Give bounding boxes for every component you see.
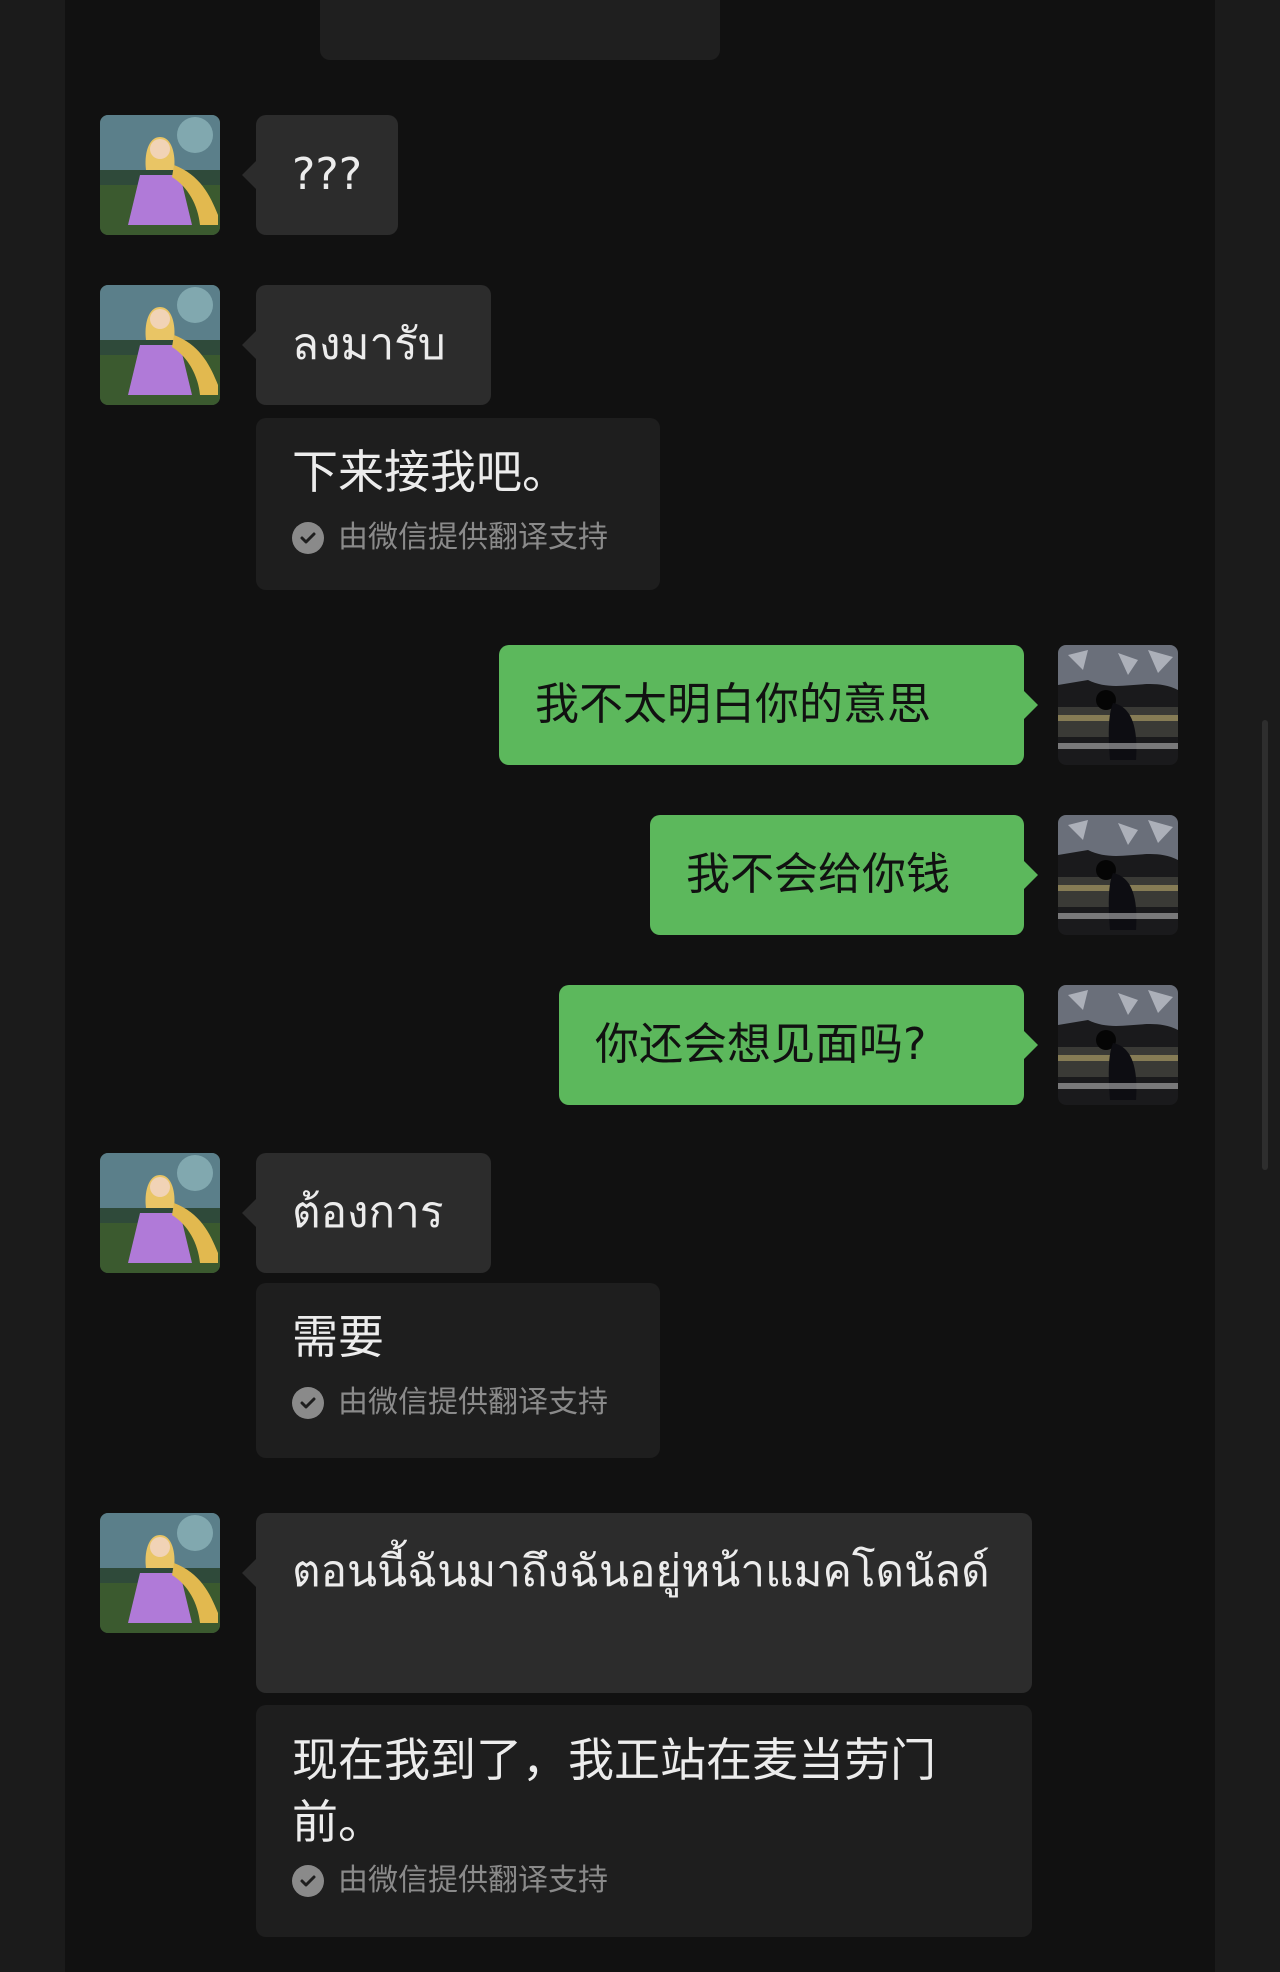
translation-bubble[interactable]: 现在我到了，我正站在麦当劳门前。 由微信提供翻译支持 xyxy=(256,1705,1032,1937)
translation-bubble[interactable]: 需要 由微信提供翻译支持 xyxy=(256,1283,660,1458)
translation-text: 需要 xyxy=(292,1310,384,1364)
message-text: 我不会给你钱 xyxy=(686,849,950,900)
message-bubble-outgoing[interactable]: 你还会想见面吗? xyxy=(559,985,1038,1105)
message-text: ต้องการ xyxy=(292,1187,444,1238)
translation-credit: 由微信提供翻译支持 xyxy=(292,520,624,556)
translation-text: 现在我到了，我正站在麦当劳门前。 xyxy=(292,1733,936,1849)
contact-avatar[interactable] xyxy=(100,115,220,235)
translation-credit-label: 由微信提供翻译支持 xyxy=(338,520,608,555)
princess-avatar-icon xyxy=(100,285,220,405)
translation-credit: 由微信提供翻译支持 xyxy=(292,1863,996,1899)
translation-text: 下来接我吧。 xyxy=(292,445,568,499)
self-avatar[interactable] xyxy=(1058,645,1178,765)
night-scene-avatar-icon xyxy=(1058,645,1178,765)
message-text: ??? xyxy=(292,149,363,200)
message-bubble-incoming[interactable]: ตอนนี้ฉันมาถึงฉันอยู่หน้าแมคโดนัลด์ xyxy=(242,1513,1032,1693)
contact-avatar[interactable] xyxy=(100,1513,220,1633)
contact-avatar[interactable] xyxy=(100,1153,220,1273)
princess-avatar-icon xyxy=(100,1153,220,1273)
night-scene-avatar-icon xyxy=(1058,815,1178,935)
message-bubble-outgoing[interactable]: 我不太明白你的意思 xyxy=(499,645,1038,765)
contact-avatar[interactable] xyxy=(100,285,220,405)
message-bubble-outgoing[interactable]: 我不会给你钱 xyxy=(650,815,1038,935)
check-circle-icon xyxy=(292,522,324,554)
self-avatar[interactable] xyxy=(1058,815,1178,935)
night-scene-avatar-icon xyxy=(1058,985,1178,1105)
translation-bubble[interactable]: 下来接我吧。 由微信提供翻译支持 xyxy=(256,418,660,590)
message-text: 我不太明白你的意思 xyxy=(535,679,931,730)
princess-avatar-icon xyxy=(100,1513,220,1633)
previous-translation-bubble-partial xyxy=(320,0,720,60)
message-bubble-incoming[interactable]: ??? xyxy=(242,115,398,235)
translation-credit-label: 由微信提供翻译支持 xyxy=(338,1385,608,1420)
princess-avatar-icon xyxy=(100,115,220,235)
message-text: ตอนนี้ฉันมาถึงฉันอยู่หน้าแมคโดนัลด์ xyxy=(292,1546,990,1597)
translation-credit: 由微信提供翻译支持 xyxy=(292,1385,624,1421)
check-circle-icon xyxy=(292,1387,324,1419)
message-text: 你还会想见面吗? xyxy=(595,1019,927,1070)
chat-scrollbar[interactable] xyxy=(1262,720,1268,1170)
message-bubble-incoming[interactable]: ลงมารับ xyxy=(242,285,491,405)
self-avatar[interactable] xyxy=(1058,985,1178,1105)
translation-credit-label: 由微信提供翻译支持 xyxy=(338,1863,608,1898)
message-bubble-incoming[interactable]: ต้องการ xyxy=(242,1153,491,1273)
check-circle-icon xyxy=(292,1865,324,1897)
message-text: ลงมารับ xyxy=(292,319,446,370)
